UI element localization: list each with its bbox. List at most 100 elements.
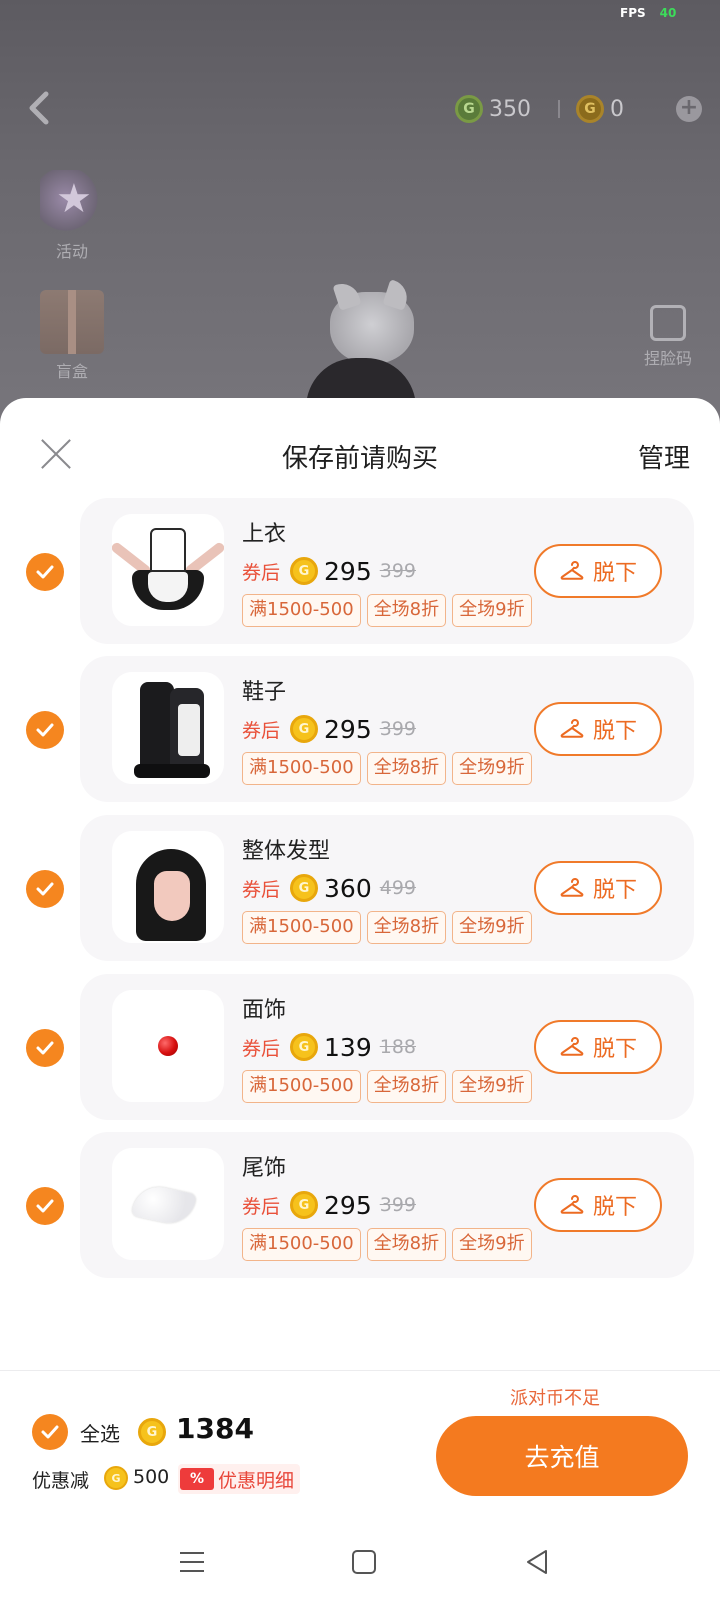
item-price: 295 xyxy=(324,1190,372,1220)
promo-tags: 满1500-500 全场8折 全场9折 xyxy=(242,752,532,785)
item-name: 尾饰 xyxy=(242,1156,287,1181)
promo-tag: 满1500-500 xyxy=(242,911,361,944)
discount-coin: G xyxy=(104,1466,128,1490)
footer-divider xyxy=(0,1370,720,1371)
pinch-face-entry[interactable]: 捏脸码 xyxy=(628,305,708,369)
price-line: 券后 G 139 188 xyxy=(242,1030,416,1064)
cart-item-row: 尾饰 券后 G 295 399 满1500-500 全场8折 全场9折 脱下 xyxy=(0,1132,720,1278)
discount-label: 优惠减 xyxy=(32,1470,90,1492)
green-currency-value: 350 xyxy=(489,96,531,122)
promo-tag: 全场9折 xyxy=(452,594,532,627)
promo-tag: 全场9折 xyxy=(452,1228,532,1261)
avatar-cat-head xyxy=(330,292,414,364)
item-card[interactable]: 鞋子 券后 G 295 399 满1500-500 全场8折 全场9折 脱下 xyxy=(80,656,694,802)
promo-tag: 全场8折 xyxy=(366,911,447,944)
take-off-button[interactable]: 脱下 xyxy=(534,1020,662,1074)
take-off-label: 脱下 xyxy=(592,878,637,903)
item-original-price: 399 xyxy=(379,560,416,582)
tail-accessory-image xyxy=(112,1148,224,1260)
item-original-price: 399 xyxy=(379,718,416,740)
blind-box-entry[interactable]: 盲盒 xyxy=(32,290,112,382)
take-off-button[interactable]: 脱下 xyxy=(534,702,662,756)
hanger-icon xyxy=(560,1195,584,1214)
hanger-icon xyxy=(560,719,584,738)
fps-value: 40 xyxy=(659,6,677,20)
star-icon xyxy=(40,170,104,234)
insufficient-coins-text: 派对币不足 xyxy=(510,1388,600,1409)
coin-icon: G xyxy=(290,557,319,585)
system-nav-bar xyxy=(0,1530,720,1612)
promo-tag: 满1500-500 xyxy=(242,1070,361,1103)
item-original-price: 399 xyxy=(379,1194,416,1216)
coin-icon: G xyxy=(290,715,319,743)
take-off-label: 脱下 xyxy=(592,1195,637,1220)
after-coupon-label: 券后 xyxy=(242,1037,281,1060)
item-name: 上衣 xyxy=(242,522,287,547)
item-name: 面饰 xyxy=(242,998,287,1023)
hanger-icon xyxy=(560,878,584,897)
checkmark-icon xyxy=(36,723,54,737)
hanger-icon xyxy=(560,1037,584,1056)
hanger-icon xyxy=(560,561,584,580)
coin-icon: G xyxy=(104,1466,128,1490)
promo-tag: 全场9折 xyxy=(452,911,532,944)
discount-detail-button[interactable]: % 优惠明细 xyxy=(178,1464,301,1494)
take-off-button[interactable]: 脱下 xyxy=(534,544,662,598)
after-coupon-label: 券后 xyxy=(242,1195,281,1218)
price-line: 券后 G 295 399 xyxy=(242,554,416,588)
checkmark-icon xyxy=(36,1041,54,1055)
percent-icon: % xyxy=(180,1468,214,1490)
promo-tags: 满1500-500 全场8折 全场9折 xyxy=(242,1228,532,1261)
manage-button[interactable]: 管理 xyxy=(638,438,690,475)
after-coupon-label: 券后 xyxy=(242,561,281,584)
coin-icon: G xyxy=(290,1033,319,1061)
promo-tags: 满1500-500 全场8折 全场9折 xyxy=(242,1070,532,1103)
take-off-button[interactable]: 脱下 xyxy=(534,1178,662,1232)
promo-tag: 全场8折 xyxy=(366,1228,447,1261)
item-card[interactable]: 面饰 券后 G 139 188 满1500-500 全场8折 全场9折 脱下 xyxy=(80,974,694,1120)
item-checkbox[interactable] xyxy=(26,870,64,908)
home-icon[interactable] xyxy=(352,1550,376,1574)
back-triangle-icon[interactable] xyxy=(524,1548,550,1576)
cart-item-row: 上衣 券后 G 295 399 满1500-500 全场8折 全场9折 脱下 xyxy=(0,498,720,644)
fps-counter: FPS 40 xyxy=(620,6,676,20)
item-name: 整体发型 xyxy=(242,839,331,864)
select-all-label[interactable]: 全选 xyxy=(80,1418,120,1447)
item-card[interactable]: 尾饰 券后 G 295 399 满1500-500 全场8折 全场9折 脱下 xyxy=(80,1132,694,1278)
shoes-image xyxy=(112,672,224,784)
promo-tag: 全场8折 xyxy=(366,1070,447,1103)
cart-item-row: 面饰 券后 G 139 188 满1500-500 全场8折 全场9折 脱下 xyxy=(0,974,720,1120)
face-accessory-image xyxy=(112,990,224,1102)
recharge-button[interactable]: 去充值 xyxy=(436,1416,688,1496)
gold-currency: G 0 xyxy=(576,92,624,126)
back-button[interactable] xyxy=(22,88,56,128)
item-checkbox[interactable] xyxy=(26,1029,64,1067)
item-name: 鞋子 xyxy=(242,680,287,705)
total-price: 1384 xyxy=(176,1412,254,1445)
select-all-checkbox[interactable] xyxy=(32,1414,68,1450)
checkmark-icon xyxy=(36,1199,54,1213)
activity-entry[interactable]: 活动 xyxy=(32,170,112,262)
item-original-price: 188 xyxy=(379,1036,416,1058)
item-card[interactable]: 整体发型 券后 G 360 499 满1500-500 全场8折 全场9折 脱下 xyxy=(80,815,694,961)
price-line: 券后 G 295 399 xyxy=(242,1188,416,1222)
menu-icon[interactable] xyxy=(178,1550,206,1574)
item-checkbox[interactable] xyxy=(26,1187,64,1225)
discount-detail-label: 优惠明细 xyxy=(218,1469,295,1492)
gold-coin-icon: G xyxy=(576,95,604,123)
item-checkbox[interactable] xyxy=(26,711,64,749)
green-currency: G 350 xyxy=(455,92,531,126)
item-price: 360 xyxy=(324,873,372,903)
checkmark-icon xyxy=(41,1425,59,1439)
add-currency-button[interactable]: + xyxy=(676,96,702,122)
take-off-button[interactable]: 脱下 xyxy=(534,861,662,915)
item-checkbox[interactable] xyxy=(26,553,64,591)
take-off-label: 脱下 xyxy=(592,1037,637,1062)
edit-icon xyxy=(650,305,686,341)
total-coin: G xyxy=(138,1418,166,1446)
promo-tag: 满1500-500 xyxy=(242,594,361,627)
item-price: 295 xyxy=(324,556,372,586)
gift-box-icon xyxy=(40,290,104,354)
activity-label: 活动 xyxy=(55,242,88,261)
item-card[interactable]: 上衣 券后 G 295 399 满1500-500 全场8折 全场9折 脱下 xyxy=(80,498,694,644)
